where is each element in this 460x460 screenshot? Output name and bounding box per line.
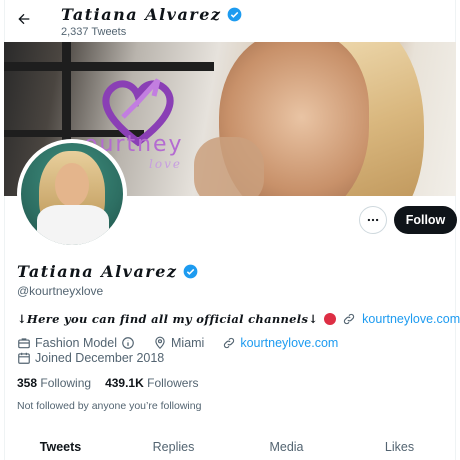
bio-link[interactable]: kourtneylove.com (362, 312, 460, 326)
following-link[interactable]: 358 Following (17, 376, 91, 390)
profile-display-name: Tatiana Alvarez (17, 262, 198, 281)
tweet-count: 2,337 Tweets (61, 26, 127, 38)
category-label: Fashion Model (35, 336, 117, 350)
tab-media[interactable]: Media (230, 430, 343, 460)
header-display-name: Tatiana Alvarez (61, 5, 242, 24)
followers-link[interactable]: 439.1K Followers (105, 376, 198, 390)
verified-badge-icon (183, 264, 198, 279)
profile-header: Tatiana Alvarez 2,337 Tweets (0, 0, 460, 42)
location-label: Miami (171, 336, 205, 350)
profile-bio: ↓Here you can find all my official chann… (17, 312, 460, 326)
back-arrow-icon[interactable] (13, 8, 35, 30)
avatar[interactable] (17, 139, 127, 249)
joined-label: Joined December 2018 (35, 351, 165, 365)
tab-likes[interactable]: Likes (343, 430, 456, 460)
banner-photo-hand (194, 137, 264, 196)
profile-tabs: Tweets Replies Media Likes (4, 430, 456, 460)
tab-replies[interactable]: Replies (117, 430, 230, 460)
bio-text: ↓Here you can find all my official chann… (17, 312, 319, 326)
more-options-button[interactable] (359, 206, 387, 234)
follow-button[interactable]: Follow (394, 206, 457, 234)
banner-logo-sub: love (149, 157, 182, 171)
tab-tweets[interactable]: Tweets (4, 430, 117, 460)
not-followed-note: Not followed by anyone you’re following (17, 400, 202, 412)
link-icon (222, 336, 236, 350)
verified-badge-icon (227, 7, 242, 22)
ellipsis-icon (367, 218, 379, 222)
briefcase-icon (17, 336, 31, 350)
profile-handle: @kourtneyxlove (17, 284, 104, 298)
link-icon (342, 312, 356, 326)
calendar-icon (17, 351, 31, 365)
profile-meta: Fashion Model Miami kourtneylove.com (17, 336, 338, 350)
website-link[interactable]: kourtneylove.com (240, 336, 338, 350)
info-icon[interactable] (121, 336, 135, 350)
red-circle-icon (324, 313, 337, 325)
joined-row: Joined December 2018 (17, 351, 164, 365)
location-pin-icon (153, 336, 167, 350)
follow-stats: 358 Following 439.1K Followers (17, 376, 198, 390)
